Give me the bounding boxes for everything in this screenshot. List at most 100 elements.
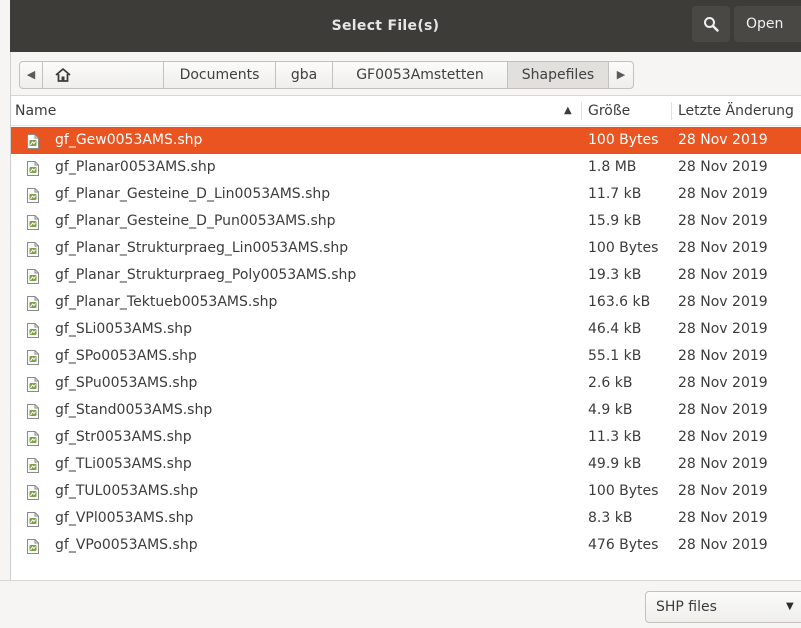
file-modified: 28 Nov 2019	[678, 456, 768, 472]
column-header-size[interactable]: Größe	[588, 96, 630, 126]
file-size: 55.1 kB	[588, 348, 642, 364]
file-size: 100 Bytes	[588, 240, 659, 256]
breadcrumb-gba[interactable]: gba	[275, 61, 333, 89]
file-icon	[27, 537, 39, 554]
file-icon	[27, 159, 39, 176]
path-bar: ◀ Documents gba GF0053Amstetten Shapefil…	[11, 52, 801, 96]
file-icon	[27, 483, 39, 500]
file-row[interactable]: gf_SPo0053AMS.shp 55.1 kB 28 Nov 2019	[11, 343, 801, 370]
file-name: gf_VPo0053AMS.shp	[55, 537, 198, 553]
file-icon	[27, 267, 39, 284]
file-icon	[27, 240, 39, 257]
home-icon	[55, 68, 71, 82]
file-name: gf_TLi0053AMS.shp	[55, 456, 192, 472]
file-modified: 28 Nov 2019	[678, 132, 768, 148]
search-icon	[704, 17, 719, 32]
file-size: 11.3 kB	[588, 429, 642, 445]
column-header-name[interactable]: Name	[15, 96, 56, 126]
file-icon	[27, 375, 39, 392]
column-header-modified[interactable]: Letzte Änderung	[678, 96, 794, 126]
file-icon	[27, 186, 39, 203]
file-row[interactable]: gf_Str0053AMS.shp 11.3 kB 28 Nov 2019	[11, 424, 801, 451]
search-button[interactable]	[692, 6, 730, 42]
sort-ascending-icon: ▲	[564, 105, 572, 116]
file-type-filter[interactable]: SHP files ▼	[645, 591, 801, 623]
dropdown-arrow-icon: ▼	[786, 601, 794, 612]
file-size: 163.6 kB	[588, 294, 651, 310]
file-size: 15.9 kB	[588, 213, 642, 229]
file-icon	[27, 213, 39, 230]
file-modified: 28 Nov 2019	[678, 213, 768, 229]
file-modified: 28 Nov 2019	[678, 429, 768, 445]
file-size: 476 Bytes	[588, 537, 659, 553]
file-name: gf_Planar_Strukturpraeg_Poly0053AMS.shp	[55, 267, 357, 283]
breadcrumb-documents[interactable]: Documents	[163, 61, 276, 89]
file-size: 1.8 MB	[588, 159, 637, 175]
column-divider	[671, 102, 672, 120]
file-size: 46.4 kB	[588, 321, 642, 337]
file-row[interactable]: gf_TLi0053AMS.shp 49.9 kB 28 Nov 2019	[11, 451, 801, 478]
file-icon	[27, 132, 39, 149]
file-row[interactable]: gf_Planar_Strukturpraeg_Poly0053AMS.shp 1…	[11, 262, 801, 289]
file-name: gf_Planar0053AMS.shp	[55, 159, 216, 175]
column-header-row: Name ▲ Größe Letzte Änderung	[11, 96, 801, 126]
file-name: gf_Planar_Strukturpraeg_Lin0053AMS.shp	[55, 240, 349, 256]
breadcrumb-home[interactable]	[42, 61, 164, 89]
file-name: gf_Gew0053AMS.shp	[55, 132, 203, 148]
file-modified: 28 Nov 2019	[678, 159, 768, 175]
file-icon	[27, 294, 39, 311]
file-row[interactable]: gf_Planar0053AMS.shp 1.8 MB 28 Nov 2019	[11, 154, 801, 181]
file-list: gf_Gew0053AMS.shp 100 Bytes 28 Nov 2019 gf_…	[11, 127, 801, 559]
file-modified: 28 Nov 2019	[678, 348, 768, 364]
dialog-title: Select File(s)	[331, 18, 440, 34]
file-icon	[27, 348, 39, 365]
file-row[interactable]: gf_VPo0053AMS.shp 476 Bytes 28 Nov 2019	[11, 532, 801, 559]
file-icon	[27, 429, 39, 446]
file-modified: 28 Nov 2019	[678, 375, 768, 391]
file-icon	[27, 456, 39, 473]
file-modified: 28 Nov 2019	[678, 267, 768, 283]
file-icon	[27, 402, 39, 419]
file-row[interactable]: gf_Planar_Strukturpraeg_Lin0053AMS.shp 10…	[11, 235, 801, 262]
file-modified: 28 Nov 2019	[678, 186, 768, 202]
file-modified: 28 Nov 2019	[678, 537, 768, 553]
file-icon	[27, 321, 39, 338]
file-name: gf_Stand0053AMS.shp	[55, 402, 213, 418]
path-forward-button[interactable]: ▶	[608, 61, 634, 89]
file-row[interactable]: gf_Stand0053AMS.shp 4.9 kB 28 Nov 2019	[11, 397, 801, 424]
file-row[interactable]: gf_Planar_Tektueb0053AMS.shp 163.6 kB 28 N…	[11, 289, 801, 316]
file-modified: 28 Nov 2019	[678, 510, 768, 526]
breadcrumb-shapefiles[interactable]: Shapefiles	[507, 61, 609, 89]
file-size: 19.3 kB	[588, 267, 642, 283]
file-row[interactable]: gf_Planar_Gesteine_D_Pun0053AMS.shp 15.9 …	[11, 208, 801, 235]
file-row[interactable]: gf_VPl0053AMS.shp 8.3 kB 28 Nov 2019	[11, 505, 801, 532]
open-button[interactable]: Open	[734, 6, 801, 42]
file-row[interactable]: gf_Gew0053AMS.shp 100 Bytes 28 Nov 2019	[11, 127, 801, 154]
chevron-left-icon: ◀	[26, 68, 36, 81]
file-name: gf_Planar_Gesteine_D_Lin0053AMS.shp	[55, 186, 331, 202]
header-bar: Select File(s) Open	[10, 0, 801, 52]
file-name: gf_VPl0053AMS.shp	[55, 510, 194, 526]
file-name: gf_SLi0053AMS.shp	[55, 321, 193, 337]
file-row[interactable]: gf_Planar_Gesteine_D_Lin0053AMS.shp 11.7 …	[11, 181, 801, 208]
chevron-right-icon: ▶	[616, 68, 626, 81]
file-size: 4.9 kB	[588, 402, 633, 418]
file-name: gf_Planar_Tektueb0053AMS.shp	[55, 294, 278, 310]
file-modified: 28 Nov 2019	[678, 321, 768, 337]
path-back-button[interactable]: ◀	[19, 61, 43, 89]
file-size: 100 Bytes	[588, 483, 659, 499]
file-size: 8.3 kB	[588, 510, 633, 526]
file-name: gf_TUL0053AMS.shp	[55, 483, 199, 499]
file-row[interactable]: gf_SPu0053AMS.shp 2.6 kB 28 Nov 2019	[11, 370, 801, 397]
file-size: 11.7 kB	[588, 186, 642, 202]
file-name: gf_Planar_Gesteine_D_Pun0053AMS.shp	[55, 213, 336, 229]
file-size: 100 Bytes	[588, 132, 659, 148]
file-modified: 28 Nov 2019	[678, 294, 768, 310]
file-row[interactable]: gf_TUL0053AMS.shp 100 Bytes 28 Nov 2019	[11, 478, 801, 505]
dialog-footer: SHP files ▼	[0, 580, 801, 628]
file-row[interactable]: gf_SLi0053AMS.shp 46.4 kB 28 Nov 2019	[11, 316, 801, 343]
breadcrumb-gf0053amstetten[interactable]: GF0053Amstetten	[332, 61, 508, 89]
file-icon	[27, 510, 39, 527]
file-modified: 28 Nov 2019	[678, 483, 768, 499]
file-size: 49.9 kB	[588, 456, 642, 472]
